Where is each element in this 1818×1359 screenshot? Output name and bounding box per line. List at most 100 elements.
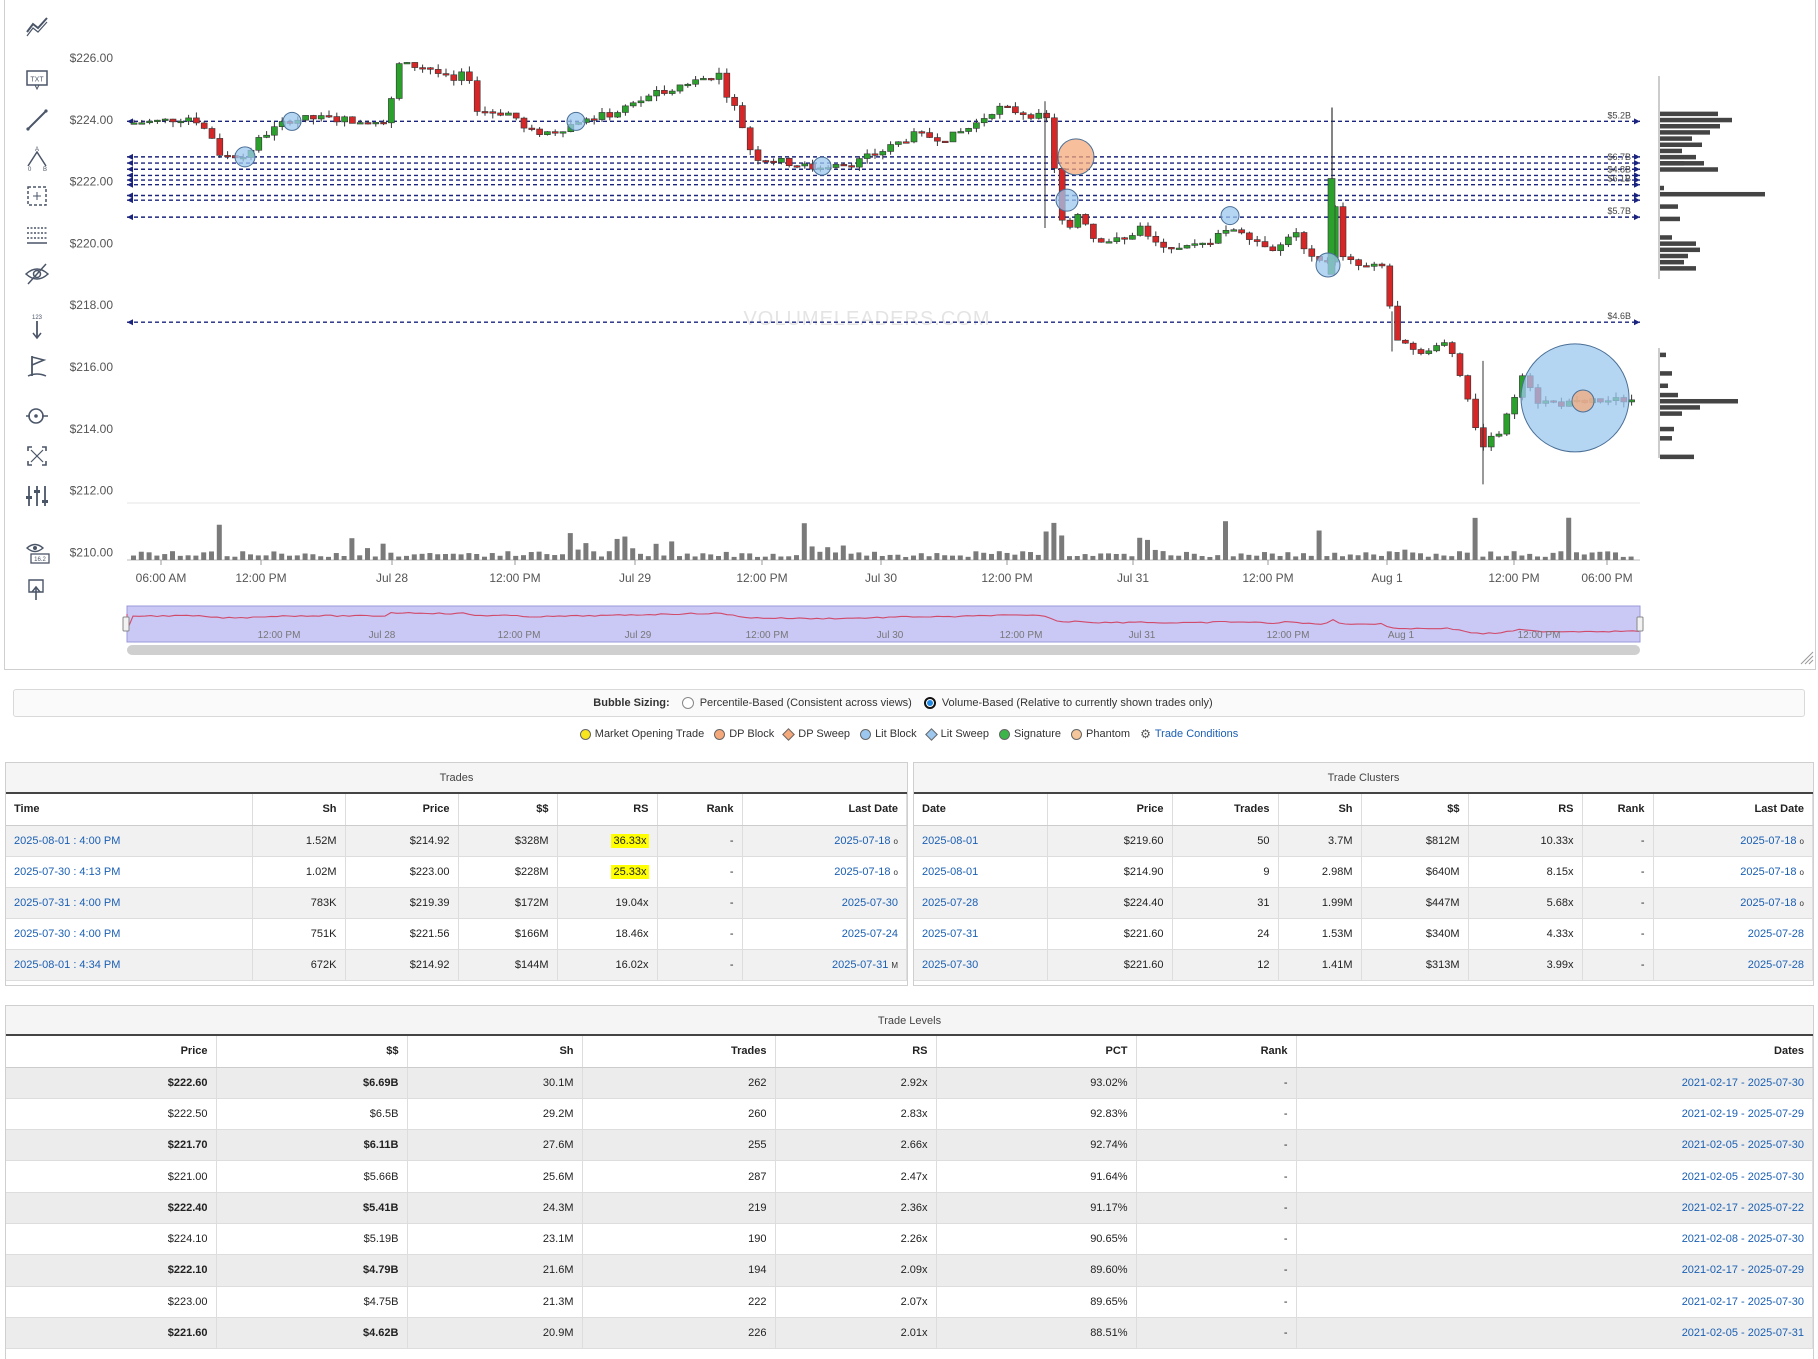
table-row[interactable]: $222.60 $6.69B 30.1M 262 2.92x 93.02% - 2021-02… — [6, 1067, 1813, 1099]
cluster-date-link-text[interactable]: 2025-08-01 — [922, 835, 978, 847]
last-date-link[interactable]: 2025-07-28 — [1653, 949, 1813, 981]
trade-time-link[interactable]: 2025-08-01 : 4:34 PM — [6, 949, 253, 981]
trade-time-link[interactable]: 2025-07-30 : 4:13 PM — [6, 856, 253, 888]
column-header[interactable]: $$ — [216, 1036, 408, 1068]
volume-radio[interactable]: Volume-Based (Relative to currently show… — [923, 697, 1213, 709]
last-date-link[interactable]: 2025-07-18 o — [1653, 825, 1813, 857]
table-row[interactable]: 2025-07-31 : 4:00 PM 783K $219.39 $172M 19.0… — [6, 887, 907, 919]
cluster-date-link-text[interactable]: 2025-07-31 — [922, 928, 978, 940]
table-row[interactable]: $222.50 $6.5B 29.2M 260 2.83x 92.83% - 2021-02-… — [6, 1098, 1813, 1131]
date-range-link[interactable]: 2021-02-17 - 2025-07-30 — [1296, 1286, 1813, 1318]
column-header[interactable]: Last Date — [1653, 794, 1813, 826]
last-date-link-text[interactable]: 2025-07-18 — [1740, 866, 1796, 878]
table-row[interactable]: $224.10 $5.19B 23.1M 190 2.26x 90.65% - 2021-02… — [6, 1223, 1813, 1256]
date-range-link-text[interactable]: 2021-02-17 - 2025-07-29 — [1682, 1264, 1804, 1276]
trade-time-link[interactable]: 2025-07-30 : 4:00 PM — [6, 918, 253, 950]
column-header[interactable]: RS — [1468, 794, 1583, 826]
cluster-date-link-text[interactable]: 2025-08-01 — [922, 866, 978, 878]
date-range-link[interactable]: 2021-02-05 - 2025-07-30 — [1296, 1129, 1813, 1162]
export-tool[interactable] — [17, 572, 57, 608]
cluster-date-link-text[interactable]: 2025-07-28 — [922, 897, 978, 909]
column-header[interactable]: Trades — [582, 1036, 776, 1068]
last-date-link[interactable]: 2025-07-28 — [1653, 918, 1813, 950]
column-header[interactable]: Sh — [1278, 794, 1362, 826]
date-range-link[interactable]: 2021-02-19 - 2025-07-29 — [1296, 1098, 1813, 1131]
last-date-link[interactable]: 2025-07-30 — [742, 887, 907, 919]
trade-time-link-text[interactable]: 2025-08-01 : 4:00 PM — [14, 835, 120, 847]
cluster-date-link[interactable]: 2025-07-28 — [914, 887, 1048, 919]
navigator-handle-right[interactable] — [1636, 616, 1644, 632]
last-date-link-text[interactable]: 2025-07-18 — [834, 866, 890, 878]
date-range-link-text[interactable]: 2021-02-05 - 2025-07-30 — [1682, 1139, 1804, 1151]
table-row[interactable]: $222.40 $5.41B 24.3M 219 2.36x 91.17% - 2021-02… — [6, 1192, 1813, 1224]
measure-tool[interactable]: 123 — [17, 308, 57, 344]
cluster-date-link[interactable]: 2025-08-01 — [914, 856, 1048, 888]
last-date-link-text[interactable]: 2025-07-28 — [1748, 928, 1804, 940]
price-chart[interactable]: $226.00 $224.00 $222.00 $220.00 $218.00 $216.… — [5, 0, 1817, 670]
column-header[interactable]: Price — [6, 1036, 217, 1068]
column-header[interactable]: Date — [914, 794, 1048, 826]
trade-conditions-label[interactable]: Trade Conditions — [1155, 728, 1238, 740]
fib-tool[interactable]: A 0 B — [17, 140, 57, 176]
date-range-link-text[interactable]: 2021-02-17 - 2025-07-30 — [1682, 1296, 1804, 1308]
column-header[interactable]: Rank — [1136, 1036, 1297, 1068]
flag-tool[interactable] — [17, 348, 57, 384]
date-range-link-text[interactable]: 2021-02-05 - 2025-07-31 — [1682, 1327, 1804, 1339]
table-row[interactable]: 2025-07-30 $221.60 12 1.41M $313M 3.99x - 2025-… — [914, 949, 1813, 981]
date-range-link[interactable]: 2021-02-17 - 2025-07-29 — [1296, 1254, 1813, 1287]
column-header[interactable]: Sh — [407, 1036, 583, 1068]
column-header[interactable]: Price — [1047, 794, 1173, 826]
table-row[interactable]: $221.00 $5.66B 25.6M 287 2.47x 91.64% - 2021-02… — [6, 1160, 1813, 1193]
date-range-link[interactable]: 2021-02-05 - 2025-07-30 — [1296, 1160, 1813, 1193]
date-range-link-text[interactable]: 2021-02-17 - 2025-07-22 — [1682, 1202, 1804, 1214]
column-header[interactable]: $$ — [1361, 794, 1469, 826]
last-date-link[interactable]: 2025-07-18 o — [1653, 856, 1813, 888]
column-header[interactable]: $$ — [458, 794, 558, 826]
column-header[interactable]: Trades — [1172, 794, 1279, 826]
table-row[interactable]: $221.70 $6.11B 27.6M 255 2.66x 92.74% - 2021-02… — [6, 1129, 1813, 1162]
table-row[interactable]: 2025-08-01 $214.90 9 2.98M $640M 8.15x -2025-0… — [914, 856, 1813, 888]
line-tool[interactable] — [17, 102, 57, 138]
date-range-link[interactable]: 2021-02-17 - 2025-07-22 — [1296, 1192, 1813, 1224]
table-row[interactable]: 2025-08-01 $219.60 50 3.7M $812M 10.33x -2025-… — [914, 825, 1813, 857]
fullscreen-tool[interactable] — [17, 438, 57, 474]
radio-checked-icon[interactable] — [923, 697, 936, 709]
table-row[interactable]: 2025-07-31 $221.60 24 1.53M $340M 4.33x - 2025-… — [914, 918, 1813, 950]
last-date-link-text[interactable]: 2025-07-18 — [1740, 897, 1796, 909]
column-header[interactable]: RS — [557, 794, 658, 826]
cluster-date-link-text[interactable]: 2025-07-30 — [922, 959, 978, 971]
chart-panel[interactable]: $226.00 $224.00 $222.00 $220.00 $218.00 $216.… — [4, 0, 1816, 670]
eye-price-tool[interactable]: 16.2 — [17, 534, 57, 570]
table-row[interactable]: $223.00 $4.75B 21.3M 222 2.07x 89.65% - 2021-02… — [6, 1286, 1813, 1318]
last-date-link-text[interactable]: 2025-07-28 — [1748, 959, 1804, 971]
date-range-link-text[interactable]: 2021-02-05 - 2025-07-30 — [1682, 1171, 1804, 1183]
trade-time-link-text[interactable]: 2025-07-31 : 4:00 PM — [14, 897, 120, 909]
column-header[interactable]: Dates — [1296, 1036, 1813, 1068]
table-row[interactable]: $221.60 $4.62B 20.9M 226 2.01x 88.51% - 2021-02… — [6, 1317, 1813, 1350]
last-date-link[interactable]: 2025-07-24 — [742, 918, 907, 950]
cluster-date-link[interactable]: 2025-07-30 — [914, 949, 1048, 981]
last-date-link-text[interactable]: 2025-07-30 — [842, 897, 898, 909]
column-header[interactable]: Time — [6, 794, 253, 826]
table-row[interactable]: 2025-08-01 : 4:34 PM 672K $214.92 $144M 16.0… — [6, 949, 907, 981]
hide-tool[interactable] — [17, 256, 57, 292]
cluster-date-link[interactable]: 2025-08-01 — [914, 825, 1048, 857]
date-range-link-text[interactable]: 2021-02-17 - 2025-07-30 — [1682, 1077, 1804, 1089]
last-date-link[interactable]: 2025-07-18 o — [1653, 887, 1813, 919]
table-row[interactable]: 2025-08-01 : 4:00 PM 1.52M $214.92 $328M 36.… — [6, 825, 907, 857]
date-range-link-text[interactable]: 2021-02-19 - 2025-07-29 — [1682, 1108, 1804, 1120]
last-date-link[interactable]: 2025-07-31 M — [742, 949, 907, 981]
zoom-target-tool[interactable] — [17, 398, 57, 434]
trend-tool[interactable] — [17, 8, 57, 44]
trade-conditions-link[interactable]: ⚙ Trade Conditions — [1140, 727, 1238, 741]
adjust-tool[interactable] — [17, 478, 57, 514]
date-range-link[interactable]: 2021-02-17 - 2025-07-30 — [1296, 1067, 1813, 1099]
trade-time-link[interactable]: 2025-08-01 : 4:00 PM — [6, 825, 253, 857]
last-date-link-text[interactable]: 2025-07-24 — [842, 928, 898, 940]
hlines-tool[interactable] — [17, 216, 57, 252]
column-header[interactable]: PCT — [936, 1036, 1137, 1068]
navigator-scrollbar[interactable] — [127, 645, 1640, 655]
table-row[interactable]: 2025-07-30 : 4:13 PM 1.02M $223.00 $228M 25.… — [6, 856, 907, 888]
cluster-date-link[interactable]: 2025-07-31 — [914, 918, 1048, 950]
last-date-link-text[interactable]: 2025-07-18 — [834, 835, 890, 847]
